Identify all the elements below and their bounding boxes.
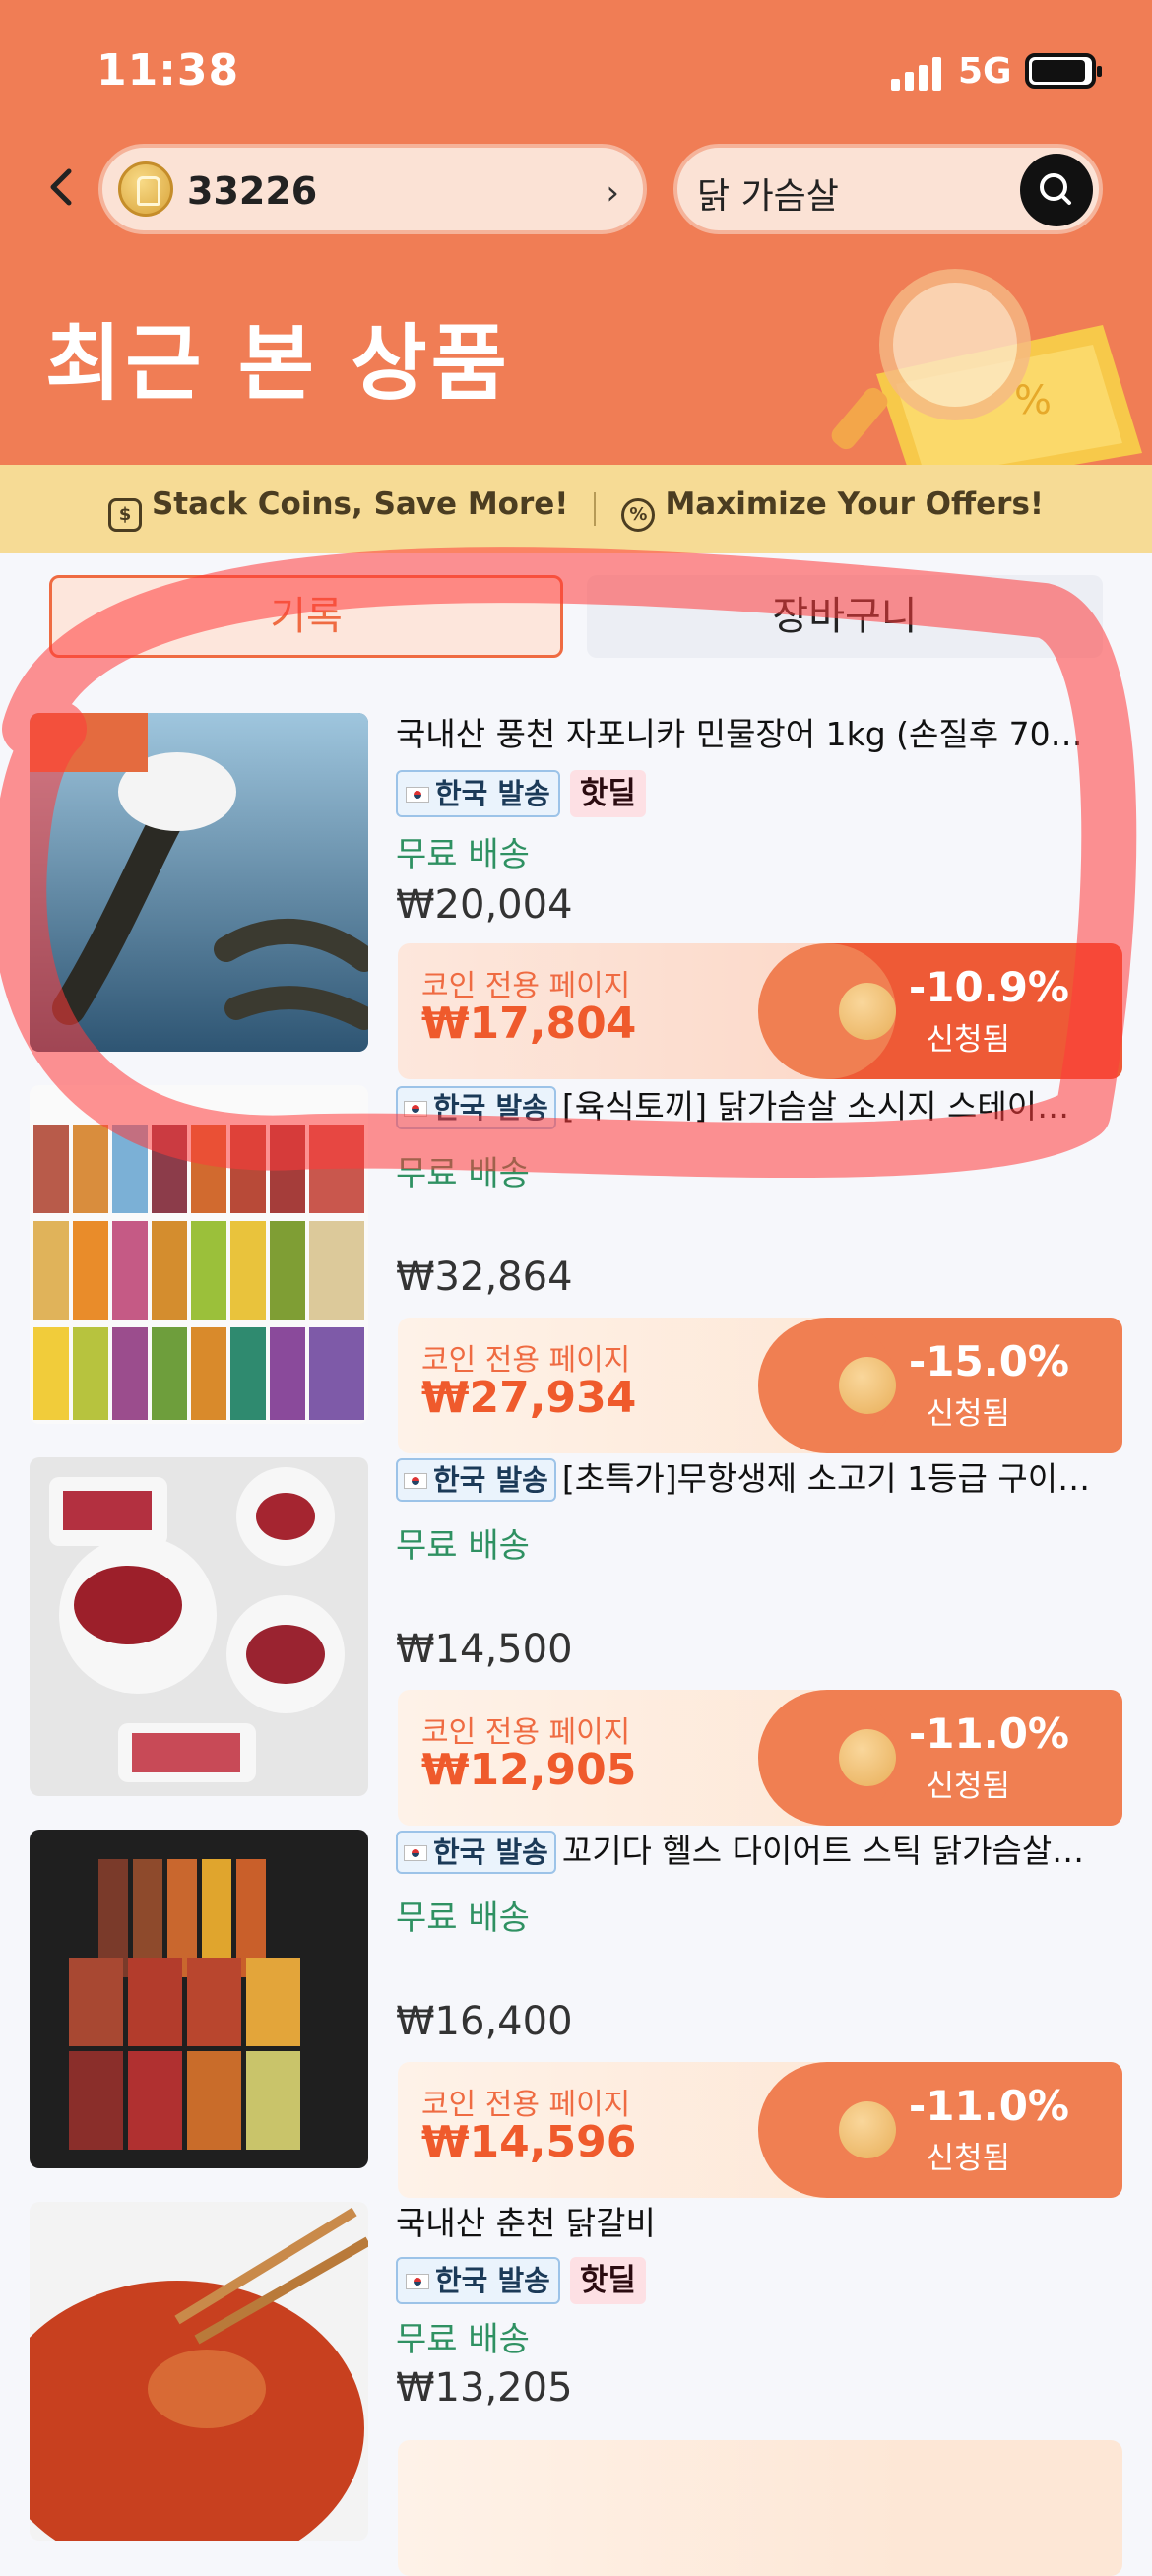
discount-percent: -11.0% (908, 2082, 1069, 2130)
battery-icon (1025, 53, 1102, 89)
coin-icon (839, 2101, 896, 2158)
svg-text:%: % (1014, 378, 1052, 423)
back-icon[interactable] (41, 165, 81, 209)
origin-badge-text: 한국 발송 (435, 2264, 550, 2297)
search-icon (1040, 173, 1071, 205)
offer-price: ₩14,596 (421, 2117, 637, 2167)
offer-price: ₩27,934 (421, 1373, 637, 1423)
shipping-label: 무료 배송 (396, 1154, 530, 1193)
magnifier-coupon-illustration: % (831, 269, 1142, 465)
coin-offer-card[interactable] (398, 2440, 1122, 2576)
discount-percent: -11.0% (908, 1709, 1069, 1758)
offer-status: 신청됨 (926, 1396, 1010, 1432)
list-item[interactable]: 한국 발송 [초특가]무항생제 소고기 1등급 구이… 무료 배송 ₩14,500… (0, 1434, 1152, 1826)
discount-percent: -10.9% (908, 963, 1069, 1011)
shipping-label: 무료 배송 (396, 1899, 530, 1938)
coin-icon (839, 983, 896, 1040)
product-price: ₩16,400 (396, 1999, 573, 2044)
page-title: 최근 본 상품 (45, 315, 511, 412)
coin-icon (839, 1357, 896, 1414)
origin-badge-text: 한국 발송 (433, 1835, 548, 1869)
banner-right: % Maximize Your Offers! (621, 486, 1044, 532)
origin-badge: 한국 발송 (396, 1086, 556, 1129)
product-title-text: [육식토끼] 닭가슴살 소시지 스테이… (561, 1087, 1070, 1126)
korea-flag-icon (404, 1101, 427, 1117)
product-title-text: 꼬기다 헬스 다이어트 스틱 닭가슴살… (561, 1832, 1085, 1870)
product-image-eel (30, 713, 368, 1052)
chevron-right-icon: › (606, 173, 619, 213)
offer-status: 신청됨 (926, 1022, 1010, 1058)
coin-icon (839, 1729, 896, 1786)
coin-icon (118, 161, 173, 217)
badge-row: 한국 발송 핫딜 (396, 770, 646, 817)
banner-divider (594, 492, 597, 526)
product-title-text: [초특가]무항생제 소고기 1등급 구이… (561, 1459, 1091, 1498)
status-bar: 11:38 5G (0, 37, 1152, 106)
coupon-icon: $ (107, 498, 142, 532)
korea-flag-icon (404, 1845, 427, 1861)
list-item[interactable]: 국내산 춘천 닭갈비 한국 발송 핫딜 무료 배송 ₩13,205 (0, 2178, 1152, 2576)
origin-badge-text: 한국 발송 (435, 777, 550, 810)
offer-status: 신청됨 (926, 2141, 1010, 2176)
status-time: 11:38 (96, 45, 240, 96)
product-title: 한국 발송 [초특가]무항생제 소고기 1등급 구이… (396, 1457, 1095, 1502)
hot-deal-badge: 핫딜 (569, 2257, 646, 2304)
banner-left-text: Stack Coins, Save More! (151, 486, 569, 522)
origin-badge: 한국 발송 (396, 770, 560, 817)
badge-row: 한국 발송 핫딜 (396, 2257, 646, 2304)
banner-right-text: Maximize Your Offers! (665, 486, 1045, 522)
product-image-chicken-sausage (30, 1085, 368, 1424)
search-input[interactable]: 닭 가슴살 (673, 144, 1103, 234)
product-image-chicken-stick (30, 1830, 368, 2168)
hot-deal-badge: 핫딜 (569, 770, 646, 817)
korea-flag-icon (404, 1473, 427, 1489)
product-price: ₩32,864 (396, 1255, 573, 1300)
coin-balance: 33226 (187, 169, 318, 213)
shipping-label: 무료 배송 (396, 2320, 530, 2359)
product-image-dakgalbi (30, 2202, 368, 2541)
coin-balance-button[interactable]: 33226 › (98, 144, 647, 234)
search-query: 닭 가슴살 (697, 176, 839, 217)
product-price: ₩14,500 (396, 1627, 573, 1672)
offer-price: ₩17,804 (421, 998, 637, 1049)
coin-offer-card[interactable]: 코인 전용 페이지 ₩17,804 -10.9% 신청됨 (398, 943, 1122, 1079)
list-item[interactable]: 한국 발송 [육식토끼] 닭가슴살 소시지 스테이… 무료 배송 ₩32,864 … (0, 1062, 1152, 1453)
tab-bar: 기록 장바구니 (0, 553, 1152, 674)
product-title: 국내산 풍천 자포니카 민물장어 1kg (손질후 70… (396, 715, 1083, 753)
promo-banner: $ Stack Coins, Save More! % Maximize Your … (0, 465, 1152, 553)
network-label: 5G (958, 51, 1012, 92)
signal-icon (891, 57, 942, 91)
search-button[interactable] (1020, 154, 1093, 226)
offer-status: 신청됨 (926, 1769, 1010, 1804)
list-item[interactable]: 국내산 풍천 자포니카 민물장어 1kg (손질후 70… 한국 발송 핫딜 무… (0, 689, 1152, 1079)
product-title: 국내산 춘천 닭갈비 (396, 2204, 656, 2242)
list-item[interactable]: 한국 발송 꼬기다 헬스 다이어트 스틱 닭가슴살… 무료 배송 ₩16,400 … (0, 1806, 1152, 2198)
korea-flag-icon (406, 2274, 429, 2289)
origin-badge-text: 한국 발송 (433, 1091, 548, 1125)
origin-badge: 한국 발송 (396, 2257, 560, 2304)
shipping-label: 무료 배송 (396, 835, 530, 874)
percent-icon: % (621, 498, 656, 532)
product-price: ₩20,004 (396, 882, 573, 928)
product-price: ₩13,205 (396, 2365, 573, 2411)
tab-cart[interactable]: 장바구니 (587, 575, 1103, 658)
offer-price: ₩12,905 (421, 1745, 637, 1795)
product-title: 한국 발송 [육식토끼] 닭가슴살 소시지 스테이… (396, 1085, 1095, 1129)
header: 11:38 5G 33226 › 닭 가슴살 최근 본 상품 % (0, 0, 1152, 465)
origin-badge: 한국 발송 (396, 1831, 556, 1874)
origin-badge-text: 한국 발송 (433, 1463, 548, 1497)
product-title: 한국 발송 꼬기다 헬스 다이어트 스틱 닭가슴살… (396, 1830, 1095, 1874)
discount-percent: -15.0% (908, 1337, 1069, 1385)
korea-flag-icon (406, 787, 429, 803)
banner-left: $ Stack Coins, Save More! (107, 486, 569, 532)
origin-badge: 한국 발송 (396, 1458, 556, 1502)
shipping-label: 무료 배송 (396, 1526, 530, 1566)
tab-history[interactable]: 기록 (49, 575, 563, 658)
product-image-beef (30, 1457, 368, 1796)
